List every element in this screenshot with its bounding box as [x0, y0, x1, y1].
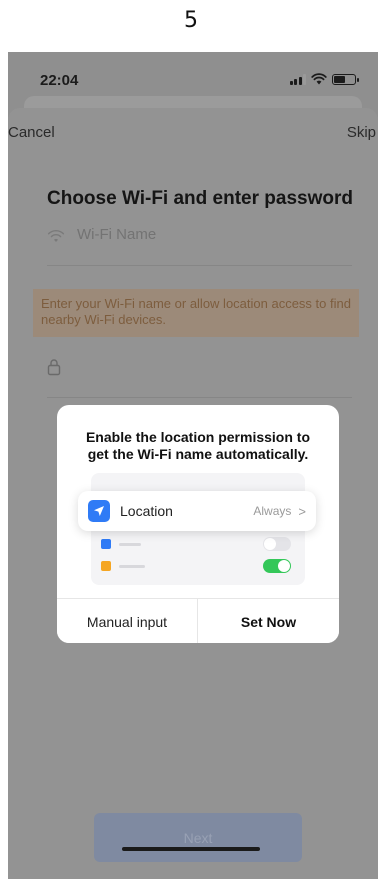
status-icons	[289, 73, 359, 85]
cancel-button[interactable]: Cancel	[8, 124, 55, 141]
toggle-off	[263, 537, 291, 551]
bluetooth-icon	[101, 539, 111, 549]
chevron-right-icon: >	[298, 503, 306, 519]
wifi-name-field[interactable]: Wi-Fi Name	[47, 226, 352, 266]
next-button[interactable]: Next	[94, 813, 302, 862]
wifi-icon	[47, 230, 65, 242]
home-indicator	[122, 847, 260, 851]
set-now-button[interactable]: Set Now	[198, 599, 339, 643]
dialog-title: Enable the location permission to get th…	[85, 429, 311, 462]
location-setting-row: Location Always >	[78, 491, 316, 531]
status-time: 22:04	[40, 72, 79, 89]
location-warning: Enter your Wi-Fi name or allow location …	[33, 289, 359, 337]
battery-icon	[332, 73, 359, 85]
illustration-bluetooth-row	[99, 535, 297, 553]
lock-icon	[47, 359, 61, 376]
location-value: Always	[253, 504, 292, 518]
location-permission-dialog: Enable the location permission to get th…	[57, 405, 339, 643]
manual-input-button[interactable]: Manual input	[57, 599, 198, 643]
phone-screen: 22:04 Cancel Skip Choose Wi-Fi and enter…	[8, 52, 378, 879]
wifi-setup-sheet: Cancel Skip Choose Wi-Fi and enter passw…	[8, 108, 378, 879]
page-number: 5	[184, 8, 198, 33]
location-label: Location	[120, 503, 173, 519]
dialog-actions: Manual input Set Now	[57, 598, 339, 643]
wifi-name-placeholder: Wi-Fi Name	[77, 226, 157, 243]
illustration-home-row	[99, 557, 297, 575]
location-arrow-icon	[88, 500, 110, 522]
skip-button[interactable]: Skip	[347, 124, 376, 141]
password-field[interactable]	[47, 358, 352, 398]
wifi-status-icon	[311, 73, 327, 85]
toggle-on	[263, 559, 291, 573]
home-icon	[101, 561, 111, 571]
page-title: Choose Wi-Fi and enter password	[47, 188, 353, 209]
signal-icon	[289, 73, 306, 85]
status-bar: 22:04	[8, 52, 378, 102]
